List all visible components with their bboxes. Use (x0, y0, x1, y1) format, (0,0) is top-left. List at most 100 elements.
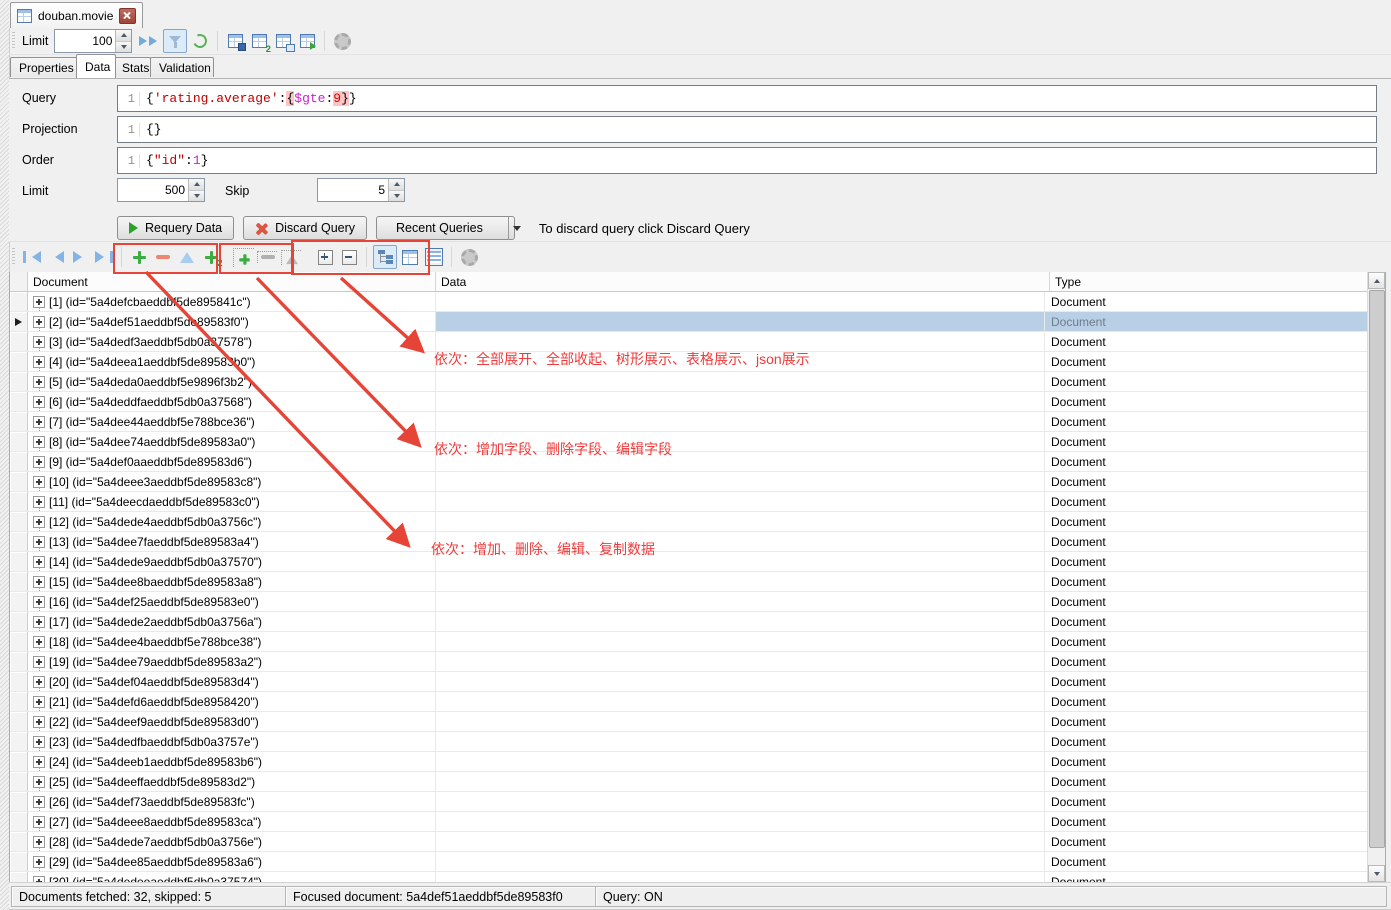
expander-icon[interactable] (33, 356, 45, 368)
type-cell[interactable]: Document (1045, 672, 1381, 691)
expander-icon[interactable] (33, 736, 45, 748)
row-selector[interactable] (10, 712, 28, 731)
prev-doc-icon[interactable] (45, 246, 67, 268)
row-selector[interactable] (10, 372, 28, 391)
order-code[interactable]: {"id":1} (146, 153, 208, 168)
row-selector[interactable] (10, 412, 28, 431)
type-cell[interactable]: Document (1045, 572, 1381, 591)
data-cell[interactable] (436, 652, 1045, 671)
expander-icon[interactable] (33, 396, 45, 408)
expander-icon[interactable] (33, 616, 45, 628)
table-row[interactable]: [21] (id="5a4defd6aeddbf5de8958420") Doc… (10, 692, 1385, 712)
table-row[interactable]: [10] (id="5a4deee3aeddbf5de89583c8") Doc… (10, 472, 1385, 492)
row-selector[interactable] (10, 512, 28, 531)
data-cell[interactable] (436, 292, 1045, 311)
row-selector[interactable] (10, 392, 28, 411)
expander-icon[interactable] (33, 676, 45, 688)
copy-data-icon[interactable]: 2 (200, 246, 222, 268)
row-selector[interactable] (10, 812, 28, 831)
table-row[interactable]: [24] (id="5a4deeb1aeddbf5de89583b6") Doc… (10, 752, 1385, 772)
type-cell[interactable]: Document (1045, 592, 1381, 611)
row-selector[interactable] (10, 852, 28, 871)
tab-data[interactable]: Data (76, 54, 116, 78)
data-cell[interactable] (436, 372, 1045, 391)
expander-icon[interactable] (33, 456, 45, 468)
row-selector[interactable] (10, 632, 28, 651)
next-doc-icon[interactable] (69, 246, 91, 268)
table-row[interactable]: [16] (id="5a4def25aeddbf5de89583e0") Doc… (10, 592, 1385, 612)
row-selector[interactable] (10, 592, 28, 611)
row-selector[interactable] (10, 432, 28, 451)
expander-icon[interactable] (33, 496, 45, 508)
column-header-document[interactable]: Document (28, 272, 436, 291)
document-cell[interactable]: [23] (id="5a4dedfbaeddbf5db0a3757e") (28, 732, 436, 751)
run-icon[interactable] (139, 30, 161, 52)
scroll-down-icon[interactable] (1368, 865, 1385, 882)
expander-icon[interactable] (33, 696, 45, 708)
table-row[interactable]: [6] (id="5a4deddfaeddbf5db0a37568") Docu… (10, 392, 1385, 412)
data-cell[interactable] (436, 592, 1045, 611)
row-selector[interactable] (10, 692, 28, 711)
row-selector[interactable] (10, 492, 28, 511)
spin-down-icon[interactable] (189, 191, 204, 202)
document-cell[interactable]: [10] (id="5a4deee3aeddbf5de89583c8") (28, 472, 436, 491)
expander-icon[interactable] (33, 476, 45, 488)
document-cell[interactable]: [11] (id="5a4deecdaeddbf5de89583c0") (28, 492, 436, 511)
query-editor[interactable]: 1 {'rating.average':{$gte:9}} (117, 85, 1377, 112)
projection-editor[interactable]: 1 {} (117, 116, 1377, 143)
type-cell[interactable]: Document (1045, 692, 1381, 711)
document-cell[interactable]: [24] (id="5a4deeb1aeddbf5de89583b6") (28, 752, 436, 771)
limit-field-spinner[interactable]: 500 (117, 178, 205, 202)
table-row[interactable]: [23] (id="5a4dedfbaeddbf5db0a3757e") Doc… (10, 732, 1385, 752)
table-row[interactable]: [17] (id="5a4dede2aeddbf5db0a3756a") Doc… (10, 612, 1385, 632)
document-cell[interactable]: [26] (id="5a4def73aeddbf5de89583fc") (28, 792, 436, 811)
row-selector[interactable] (10, 332, 28, 351)
table-2-icon[interactable]: 2 (248, 30, 270, 52)
data-cell[interactable] (436, 732, 1045, 751)
data-cell[interactable] (436, 352, 1045, 371)
expander-icon[interactable] (33, 836, 45, 848)
type-cell[interactable]: Document (1045, 512, 1381, 531)
table-row[interactable]: [25] (id="5a4deeffaeddbf5de89583d2") Doc… (10, 772, 1385, 792)
expander-icon[interactable] (33, 776, 45, 788)
limit-field-value[interactable]: 500 (118, 179, 188, 201)
expander-icon[interactable] (33, 536, 45, 548)
data-cell[interactable] (436, 852, 1045, 871)
expander-icon[interactable] (33, 316, 45, 328)
table-row[interactable]: [20] (id="5a4def04aeddbf5de89583d4") Doc… (10, 672, 1385, 692)
table-row[interactable]: [19] (id="5a4dee79aeddbf5de89583a2") Doc… (10, 652, 1385, 672)
document-cell[interactable]: [22] (id="5a4deef9aeddbf5de89583d0") (28, 712, 436, 731)
row-selector[interactable] (10, 552, 28, 571)
row-selector[interactable] (10, 792, 28, 811)
export-icon[interactable] (296, 30, 318, 52)
type-cell[interactable]: Document (1045, 452, 1381, 471)
data-cell[interactable] (436, 432, 1045, 451)
first-doc-icon[interactable] (21, 246, 43, 268)
table-row[interactable]: [3] (id="5a4dedf3aeddbf5db0a37578") Docu… (10, 332, 1385, 352)
data-cell[interactable] (436, 572, 1045, 591)
data-cell[interactable] (436, 492, 1045, 511)
document-cell[interactable]: [19] (id="5a4dee79aeddbf5de89583a2") (28, 652, 436, 671)
scroll-up-icon[interactable] (1368, 272, 1385, 289)
table-row[interactable]: [5] (id="5a4deda0aeddbf5e9896f3b2") Docu… (10, 372, 1385, 392)
type-cell[interactable]: Document (1045, 352, 1381, 371)
type-cell[interactable]: Document (1045, 612, 1381, 631)
data-cell[interactable] (436, 612, 1045, 631)
data-cell[interactable] (436, 472, 1045, 491)
tab-validation[interactable]: Validation (150, 57, 214, 77)
row-selector[interactable] (10, 292, 28, 311)
spin-up-icon[interactable] (389, 179, 404, 191)
delete-field-icon[interactable] (256, 246, 278, 268)
data-cell[interactable] (436, 812, 1045, 831)
type-cell[interactable]: Document (1045, 792, 1381, 811)
table-row[interactable]: [15] (id="5a4dee8baeddbf5de89583a8") Doc… (10, 572, 1385, 592)
type-cell[interactable]: Document (1045, 292, 1381, 311)
document-cell[interactable]: [18] (id="5a4dee4baeddbf5e788bce38") (28, 632, 436, 651)
document-cell[interactable]: [5] (id="5a4deda0aeddbf5e9896f3b2") (28, 372, 436, 391)
table-row[interactable]: [2] (id="5a4def51aeddbf5de89583f0") Docu… (10, 312, 1385, 332)
data-cell[interactable] (436, 792, 1045, 811)
data-cell[interactable] (436, 772, 1045, 791)
row-selector[interactable] (10, 732, 28, 751)
table-row[interactable]: [1] (id="5a4defcbaeddbf5de895841c") Docu… (10, 292, 1385, 312)
table-row[interactable]: [27] (id="5a4deee8aeddbf5de89583ca") Doc… (10, 812, 1385, 832)
